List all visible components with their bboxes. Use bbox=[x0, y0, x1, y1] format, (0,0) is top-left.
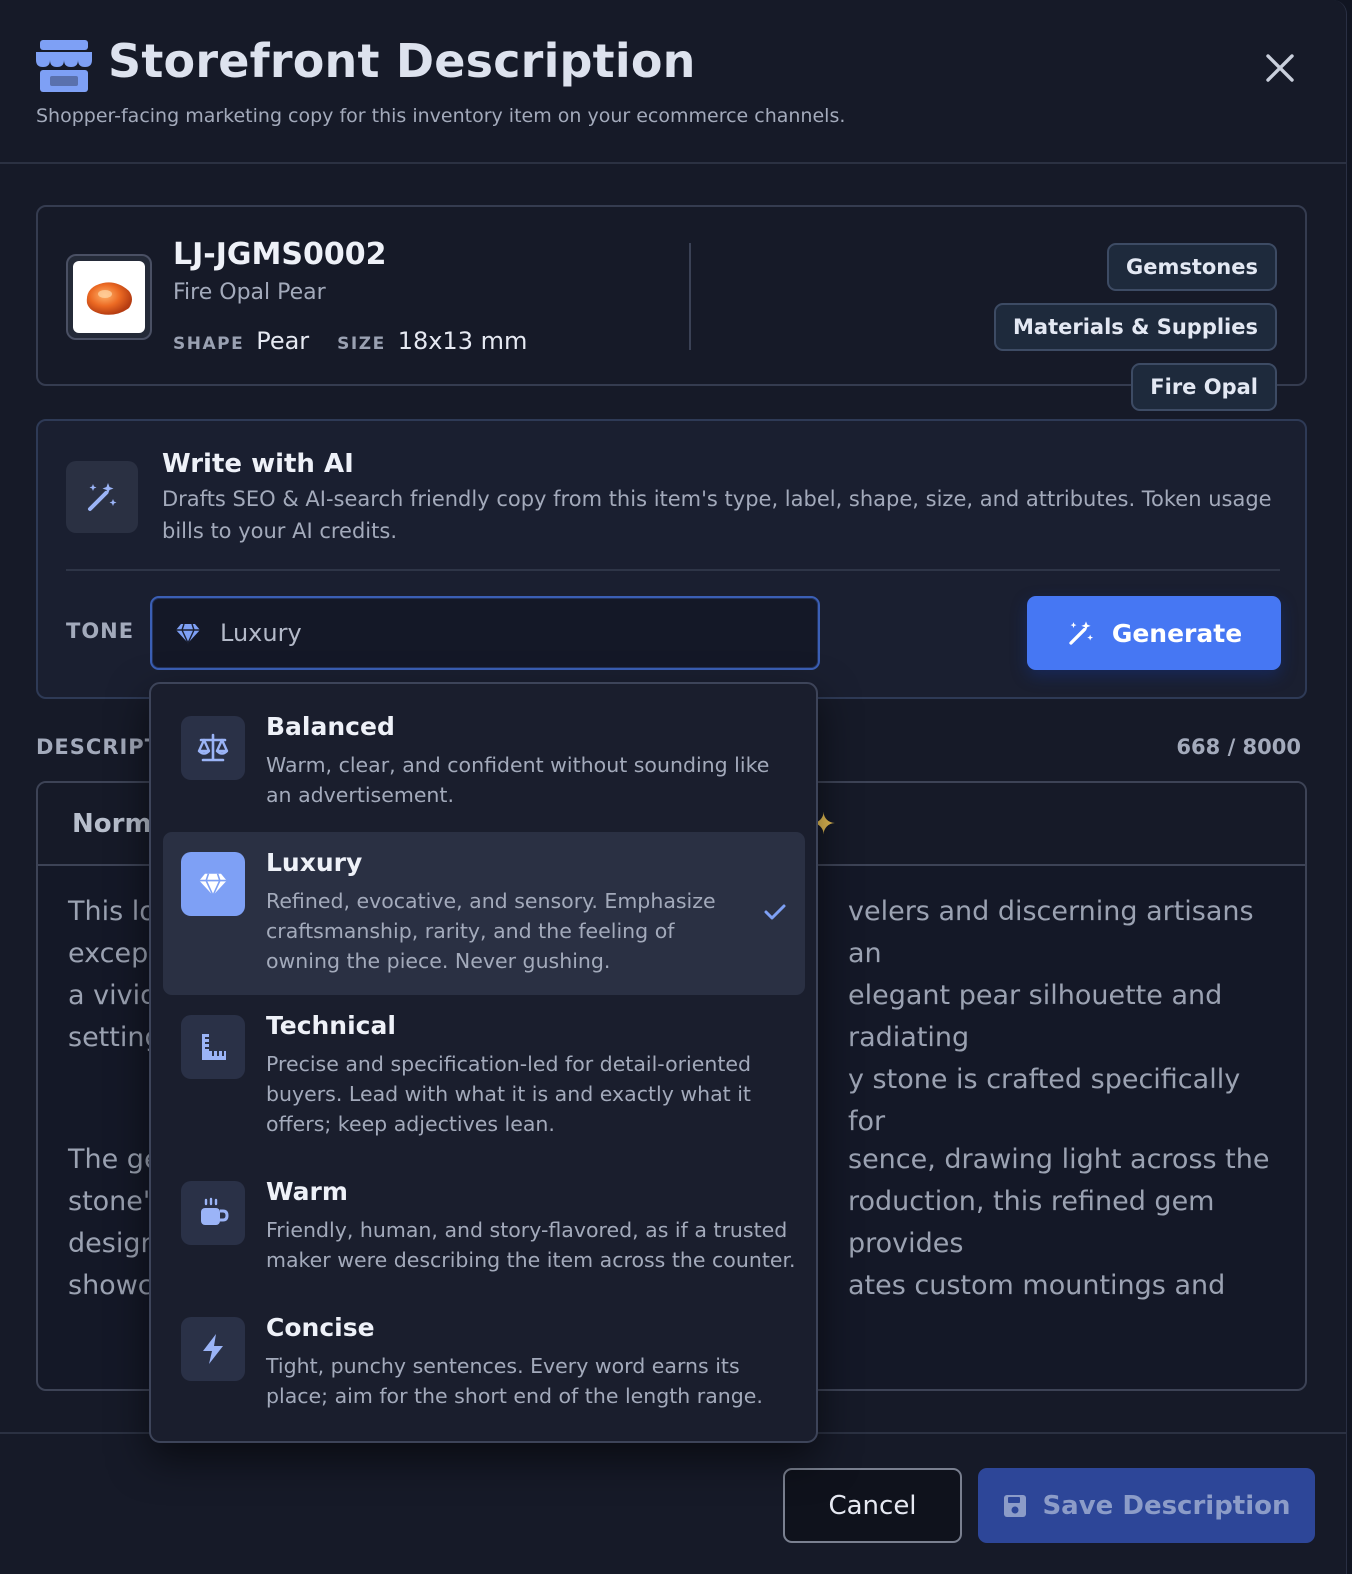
text-line: except bbox=[68, 938, 159, 969]
character-count: 668 / 8000 bbox=[1176, 735, 1301, 759]
ai-divider bbox=[66, 569, 1280, 571]
item-name: Fire Opal Pear bbox=[173, 280, 326, 305]
page-title: Storefront Description bbox=[108, 34, 696, 88]
mug-icon bbox=[181, 1181, 245, 1245]
option-description: Tight, punchy sentences. Every word earn… bbox=[266, 1354, 763, 1408]
diamond-icon bbox=[181, 852, 245, 916]
generate-button[interactable]: Generate bbox=[1027, 596, 1281, 670]
page-subtitle: Shopper-facing marketing copy for this i… bbox=[36, 105, 846, 127]
tag-fire-opal: Fire Opal bbox=[1131, 363, 1277, 411]
attribute-key-size: SIZE bbox=[337, 334, 386, 354]
tone-option-concise[interactable]: Concise Tight, punchy sentences. Every w… bbox=[163, 1297, 805, 1433]
fire-opal-image bbox=[86, 282, 132, 315]
tone-option-balanced[interactable]: Balanced Warm, clear, and confident with… bbox=[163, 696, 805, 832]
save-icon bbox=[1004, 1494, 1027, 1517]
description-label: DESCRIPT bbox=[36, 735, 161, 759]
tone-select[interactable]: Luxury bbox=[150, 596, 820, 670]
storefront-icon bbox=[36, 40, 92, 92]
text-line: ates custom mountings and bbox=[848, 1270, 1226, 1301]
text-line: roduction, this refined gem provides bbox=[848, 1186, 1215, 1259]
item-sku: LJ-JGMS0002 bbox=[173, 237, 387, 272]
attribute-key-shape: SHAPE bbox=[173, 334, 245, 354]
tone-dropdown-menu: Balanced Warm, clear, and confident with… bbox=[149, 682, 818, 1443]
text-line: a vivid bbox=[68, 980, 158, 1011]
ruler-icon bbox=[181, 1015, 245, 1079]
option-title: Luxury bbox=[266, 848, 363, 877]
text-line: y stone is crafted specifically for bbox=[848, 1064, 1241, 1137]
text-line: sence, drawing light across the bbox=[848, 1144, 1270, 1175]
bolt-icon bbox=[181, 1317, 245, 1381]
generate-button-label: Generate bbox=[1111, 618, 1243, 648]
magic-wand-icon bbox=[88, 483, 117, 511]
close-icon[interactable] bbox=[1258, 46, 1302, 90]
tone-option-luxury[interactable]: Luxury Refined, evocative, and sensory. … bbox=[163, 832, 805, 995]
item-summary-card: LJ-JGMS0002 Fire Opal Pear SHAPE Pear SI… bbox=[36, 205, 1307, 411]
tag-materials-supplies: Materials & Supplies bbox=[994, 303, 1277, 351]
tag-gemstones: Gemstones bbox=[1106, 243, 1277, 291]
checkmark-icon bbox=[764, 904, 786, 920]
option-description: Warm, clear, and confident without sound… bbox=[266, 753, 770, 807]
save-description-button[interactable]: Save Description bbox=[978, 1468, 1315, 1543]
attribute-value-size: 18x13 mm bbox=[397, 327, 528, 355]
attribute-value-shape: Pear bbox=[256, 327, 310, 355]
modal-footer: Cancel Save Description bbox=[0, 1432, 1346, 1574]
option-title: Warm bbox=[266, 1177, 348, 1206]
option-description: Precise and specification-led for detail… bbox=[266, 1052, 752, 1136]
ai-icon-box bbox=[66, 461, 138, 533]
ai-description: Drafts SEO & AI-search friendly copy fro… bbox=[162, 487, 1272, 543]
option-title: Concise bbox=[266, 1313, 375, 1342]
text-line: setting bbox=[68, 1022, 162, 1053]
text-line: This lo bbox=[68, 896, 156, 927]
option-title: Technical bbox=[266, 1011, 396, 1040]
tone-option-technical[interactable]: Technical Precise and specification-led … bbox=[163, 995, 805, 1161]
tone-select-value: Luxury bbox=[220, 619, 302, 647]
ai-title: Write with AI bbox=[162, 449, 354, 479]
card-divider bbox=[689, 243, 691, 350]
magic-wand-icon bbox=[1069, 621, 1093, 645]
tone-option-warm[interactable]: Warm Friendly, human, and story-flavored… bbox=[163, 1161, 805, 1297]
item-thumbnail bbox=[66, 254, 152, 340]
option-description: Refined, evocative, and sensory. Emphasi… bbox=[266, 889, 716, 973]
text-line: elegant pear silhouette and radiating bbox=[848, 980, 1223, 1053]
item-attributes: SHAPE Pear SIZE 18x13 mm bbox=[173, 327, 555, 355]
modal-header: Storefront Description Shopper-facing ma… bbox=[0, 0, 1346, 164]
scale-icon bbox=[181, 716, 245, 780]
item-tags: Gemstones Materials & Supplies Fire Opal bbox=[837, 243, 1277, 411]
save-button-label: Save Description bbox=[1042, 1490, 1291, 1521]
write-with-ai-panel: Write with AI Drafts SEO & AI-search fri… bbox=[36, 419, 1307, 699]
tone-label: TONE bbox=[66, 619, 135, 643]
option-title: Balanced bbox=[266, 712, 395, 741]
option-description: Friendly, human, and story-flavored, as … bbox=[266, 1218, 796, 1272]
cancel-button[interactable]: Cancel bbox=[783, 1468, 962, 1543]
text-line: velers and discerning artisans an bbox=[848, 896, 1254, 969]
diamond-icon bbox=[176, 623, 200, 645]
